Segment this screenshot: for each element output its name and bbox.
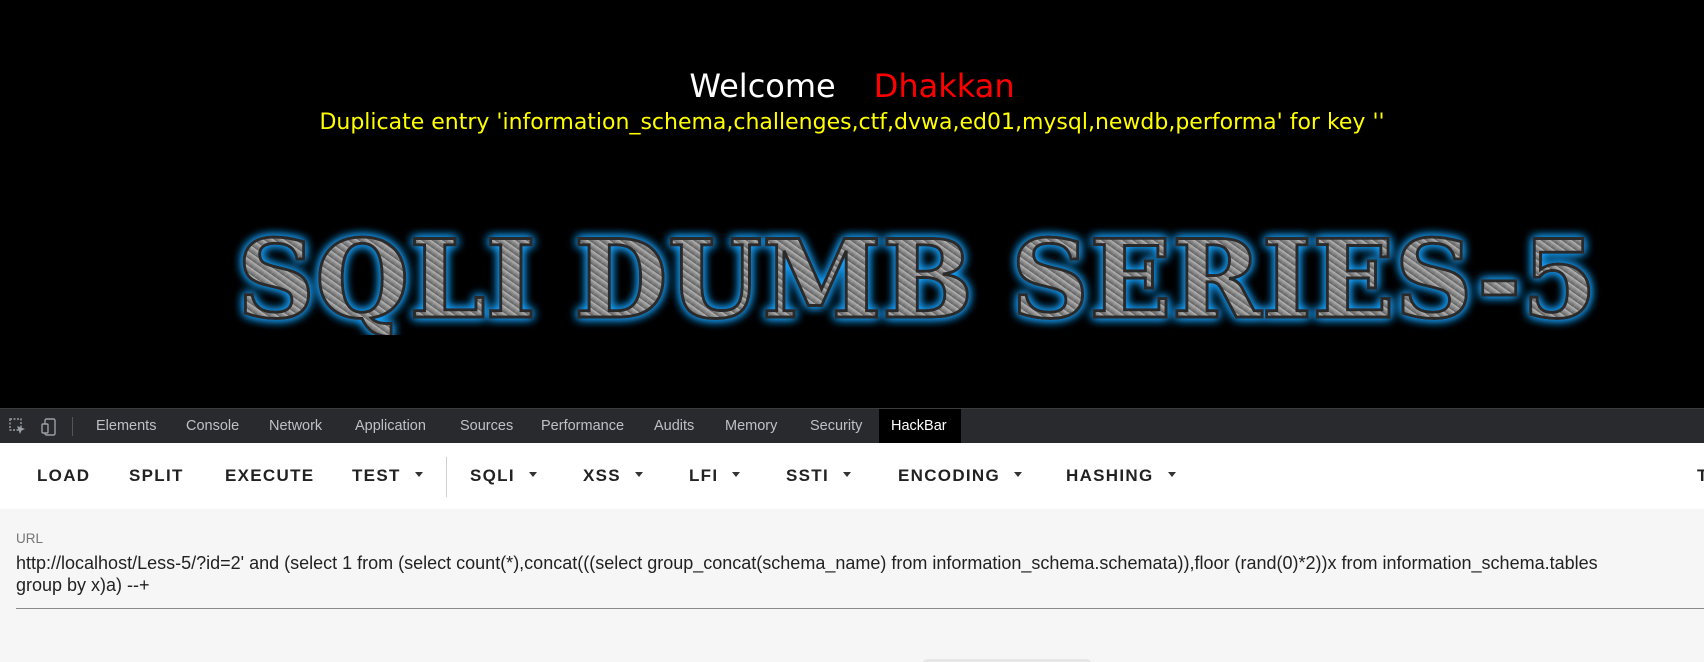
- tab-performance[interactable]: Performance: [529, 409, 636, 443]
- url-underline: [16, 608, 1704, 609]
- hashing-menu-button[interactable]: HASHING: [1066, 443, 1176, 509]
- test-label: TEST: [352, 466, 401, 485]
- execute-button[interactable]: EXECUTE: [225, 443, 314, 509]
- caret-down-icon: [1167, 472, 1176, 478]
- caret-down-icon: [414, 472, 423, 478]
- url-label: URL: [16, 531, 44, 546]
- tab-elements[interactable]: Elements: [84, 409, 168, 443]
- welcome-text: Welcome: [689, 67, 836, 105]
- xss-menu-button[interactable]: XSS: [583, 443, 643, 509]
- ssti-label: SSTI: [786, 466, 829, 485]
- url-line-2: group by x)a) --+: [16, 575, 150, 595]
- lfi-label: LFI: [689, 466, 719, 485]
- lfi-menu-button[interactable]: LFI: [689, 443, 741, 509]
- caret-down-icon: [634, 472, 643, 478]
- welcome-line: Welcome Dhakkan: [0, 66, 1704, 106]
- caret-down-icon: [528, 472, 537, 478]
- caret-down-icon: [732, 472, 741, 478]
- hashing-label: HASHING: [1066, 466, 1154, 485]
- devtools-panel: Elements Console Network Application Sou…: [0, 408, 1704, 662]
- url-field[interactable]: URL http://localhost/Less-5/?id=2' and (…: [0, 509, 1704, 662]
- sqli-label: SQLI: [470, 466, 515, 485]
- encoding-label: ENCODING: [898, 466, 1001, 485]
- sqli-menu-button[interactable]: SQLI: [470, 443, 537, 509]
- tab-hackbar[interactable]: HackBar: [879, 409, 961, 443]
- xss-label: XSS: [583, 466, 621, 485]
- truncated-menu-button[interactable]: T: [1697, 443, 1704, 509]
- encoding-menu-button[interactable]: ENCODING: [898, 443, 1023, 509]
- username-text: Dhakkan: [873, 67, 1015, 105]
- tab-console[interactable]: Console: [174, 409, 251, 443]
- tab-memory[interactable]: Memory: [713, 409, 789, 443]
- toolbar-divider: [446, 457, 447, 497]
- test-menu-button[interactable]: TEST: [352, 443, 423, 509]
- banner-logo: SQLI DUMB SERIES-5: [232, 225, 1602, 335]
- split-button[interactable]: SPLIT: [129, 443, 184, 509]
- ssti-menu-button[interactable]: SSTI: [786, 443, 851, 509]
- devtools-tabbar: Elements Console Network Application Sou…: [0, 408, 1704, 443]
- tab-sources[interactable]: Sources: [448, 409, 525, 443]
- url-line-1: http://localhost/Less-5/?id=2' and (sele…: [16, 553, 1598, 573]
- tab-application[interactable]: Application: [343, 409, 438, 443]
- caret-down-icon: [843, 472, 851, 478]
- sql-error-message: Duplicate entry 'information_schema,chal…: [319, 110, 1385, 135]
- load-button[interactable]: LOAD: [37, 443, 90, 509]
- device-toolbar-icon[interactable]: [40, 417, 60, 437]
- tab-audits[interactable]: Audits: [642, 409, 706, 443]
- banner-text: SQLI DUMB SERIES-5: [237, 225, 1597, 335]
- url-textarea[interactable]: http://localhost/Less-5/?id=2' and (sele…: [16, 552, 1704, 596]
- web-page: Welcome Dhakkan Duplicate entry 'informat…: [0, 0, 1704, 408]
- inspect-element-icon[interactable]: [8, 417, 28, 437]
- caret-down-icon: [1014, 472, 1023, 478]
- tabbar-separator: [72, 417, 73, 436]
- tab-security[interactable]: Security: [798, 409, 874, 443]
- hackbar-toolbar: LOAD SPLIT EXECUTE TEST SQLI XSS LFI SST…: [0, 443, 1704, 509]
- tab-network[interactable]: Network: [257, 409, 334, 443]
- browser-viewport: Welcome Dhakkan Duplicate entry 'informat…: [0, 0, 1704, 662]
